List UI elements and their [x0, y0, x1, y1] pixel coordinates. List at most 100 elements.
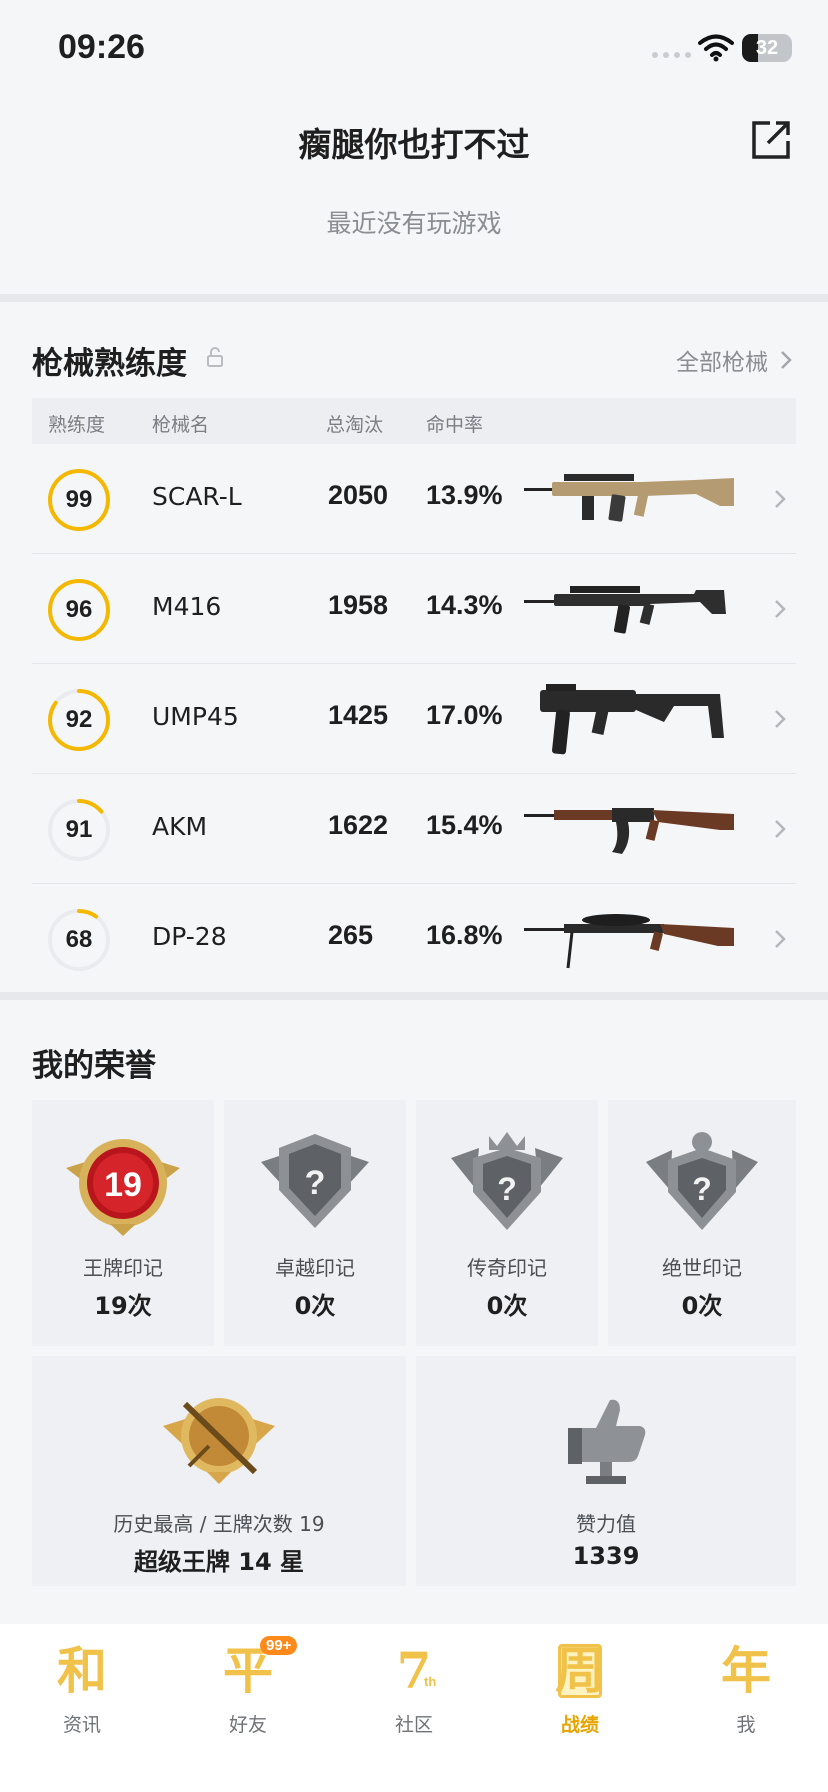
chevron-right-icon	[781, 351, 792, 369]
column-accuracy: 命中率	[426, 414, 484, 436]
weapon-row[interactable]: 91 AKM 1622 15.4%	[32, 774, 796, 884]
weapon-name: UMP45	[152, 702, 239, 731]
proficiency-value: 99	[65, 486, 93, 513]
locked-badge-mark: ?	[692, 1171, 712, 1207]
tab-label: 战绩	[560, 1714, 599, 1736]
honor-card-legend[interactable]: ? 传奇印记 0次	[416, 1100, 598, 1346]
weapon-row[interactable]: 92 UMP45 1425 17.0%	[32, 664, 796, 774]
tab-label: 社区	[394, 1714, 433, 1736]
all-weapons-link[interactable]: 全部枪械	[676, 343, 792, 377]
highest-rank-value: 超级王牌 14 星	[133, 1548, 305, 1576]
proficiency-value: 91	[65, 816, 93, 843]
weapon-kills: 1958	[328, 590, 389, 620]
share-icon[interactable]	[748, 117, 794, 163]
locked-badge-mark: ?	[497, 1171, 517, 1207]
tab-label: 资讯	[62, 1714, 101, 1736]
highest-rank-card[interactable]: 历史最高 / 王牌次数 19 超级王牌 14 星	[32, 1356, 406, 1586]
honors-title: 我的荣誉	[32, 1048, 156, 1084]
likes-card[interactable]: 赞力值 1339	[416, 1356, 796, 1586]
community-tab-superscript: th	[424, 1674, 437, 1689]
weapon-accuracy: 13.9%	[426, 480, 503, 510]
ump45-smg-icon	[540, 684, 724, 755]
weapon-name: DP-28	[152, 922, 227, 951]
section-divider	[0, 294, 828, 302]
bottom-nav: 和 资讯 平 99+ 好友 7 th 社区 周 战绩 年 我	[0, 1624, 828, 1792]
tab-me[interactable]: 年 我	[686, 1638, 806, 1748]
m416-rifle-icon	[524, 586, 726, 634]
honor-count: 0次	[681, 1292, 723, 1320]
record-tab-icon: 周	[555, 1641, 605, 1700]
chevron-right-icon	[775, 490, 786, 508]
weapon-row[interactable]: 96 M416 1958 14.3%	[32, 554, 796, 664]
locked-badge-mark: ?	[305, 1164, 326, 1202]
honor-label: 绝世印记	[662, 1256, 742, 1280]
profile-status: 最近没有玩游戏	[326, 209, 502, 238]
status-bar: 09:26 32	[0, 0, 828, 100]
tab-news[interactable]: 和 资讯	[22, 1638, 142, 1748]
honor-label: 传奇印记	[467, 1256, 547, 1280]
chevron-right-icon	[775, 930, 786, 948]
weapon-table-header: 熟练度 枪械名 总淘汰 命中率	[32, 398, 796, 444]
scar-l-rifle-icon	[524, 474, 734, 522]
honor-count: 0次	[486, 1292, 528, 1320]
tab-record[interactable]: 周 战绩	[520, 1638, 640, 1748]
proficiency-value: 92	[65, 706, 93, 733]
all-weapons-label: 全部枪械	[676, 350, 768, 376]
akm-rifle-icon	[524, 808, 734, 854]
weapon-accuracy: 14.3%	[426, 590, 503, 620]
tab-label: 我	[736, 1714, 756, 1736]
proficiency-value: 96	[65, 596, 93, 623]
locked-badge-icon: ?	[646, 1132, 758, 1230]
weapon-kills: 2050	[328, 480, 389, 510]
weapon-name: M416	[152, 592, 222, 621]
locked-badge-icon: ?	[451, 1132, 563, 1230]
tab-label: 好友	[228, 1714, 267, 1736]
likes-value: 1339	[572, 1542, 640, 1570]
column-proficiency: 熟练度	[48, 414, 106, 436]
proficiency-value: 68	[65, 926, 93, 953]
weapon-proficiency-title: 枪械熟练度	[32, 346, 187, 382]
highest-rank-label: 历史最高 / 王牌次数 19	[113, 1512, 325, 1536]
community-tab-icon: 7	[396, 1641, 432, 1700]
tab-community[interactable]: 7 th 社区	[354, 1638, 474, 1748]
cellular-signal-icon	[652, 52, 691, 58]
weapon-accuracy: 15.4%	[426, 810, 503, 840]
wifi-icon	[698, 34, 734, 62]
ace-badge-number: 19	[104, 1166, 142, 1204]
weapon-accuracy: 16.8%	[426, 920, 503, 950]
thumbs-up-trophy-icon	[568, 1399, 646, 1484]
likes-label: 赞力值	[576, 1512, 636, 1536]
unlock-icon[interactable]	[206, 346, 224, 368]
me-tab-icon: 年	[721, 1641, 771, 1700]
weapon-name: AKM	[152, 812, 208, 841]
chevron-right-icon	[775, 710, 786, 728]
honor-card-peerless[interactable]: ? 绝世印记 0次	[608, 1100, 796, 1346]
honor-label: 王牌印记	[83, 1256, 163, 1280]
tab-friends[interactable]: 平 99+ 好友	[188, 1636, 308, 1748]
honor-count: 0次	[294, 1292, 336, 1320]
honor-card-ace[interactable]: 19 王牌印记 19次	[32, 1100, 214, 1346]
honor-card-excellence[interactable]: ? 卓越印记 0次	[224, 1100, 406, 1346]
weapon-kills: 1425	[328, 700, 389, 730]
battery-level: 32	[755, 37, 779, 59]
weapon-kills: 1622	[328, 810, 389, 840]
column-weapon-name: 枪械名	[152, 414, 210, 436]
friends-notification-badge: 99+	[260, 1636, 298, 1655]
dp28-lmg-icon	[524, 914, 734, 969]
honor-count: 19次	[94, 1292, 152, 1320]
status-time: 09:26	[58, 28, 145, 66]
weapon-row[interactable]: 99 SCAR-L 2050 13.9%	[32, 444, 796, 554]
weapon-accuracy: 17.0%	[426, 700, 503, 730]
weapon-kills: 265	[328, 920, 374, 950]
locked-badge-icon: ?	[261, 1134, 369, 1228]
profile-name: 瘸腿你也打不过	[298, 125, 530, 164]
weapon-name: SCAR-L	[152, 482, 242, 511]
column-total-kills: 总淘汰	[326, 414, 384, 436]
weapon-row[interactable]: 68 DP-28 265 16.8%	[32, 884, 796, 994]
super-ace-rank-icon	[163, 1398, 275, 1484]
news-tab-icon: 和	[57, 1641, 107, 1700]
battery-indicator: 32	[742, 34, 792, 62]
chevron-right-icon	[775, 820, 786, 838]
chevron-right-icon	[775, 600, 786, 618]
honor-label: 卓越印记	[275, 1256, 355, 1280]
